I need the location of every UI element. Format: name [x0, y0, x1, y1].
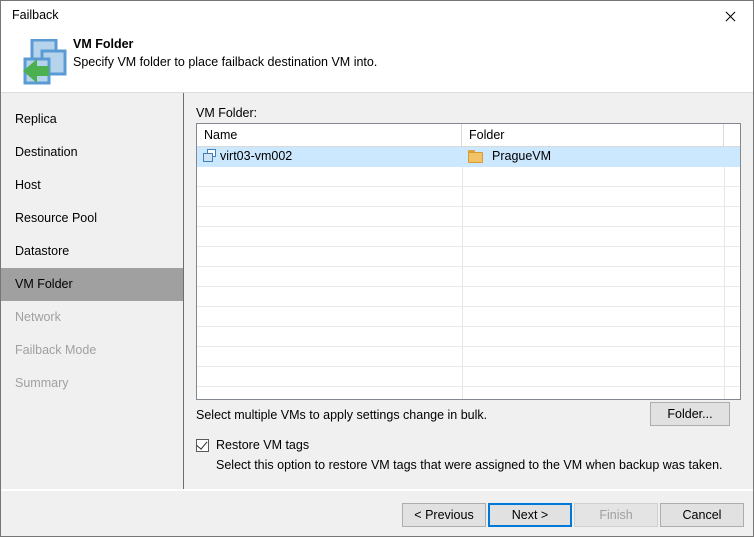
table-row-empty[interactable] — [197, 347, 740, 367]
folder-icon — [468, 150, 484, 163]
table-row-empty[interactable] — [197, 307, 740, 327]
sidebar-item-failback-mode: Failback Mode — [15, 343, 97, 357]
column-header-name[interactable]: Name — [197, 124, 462, 146]
sidebar-item-host[interactable]: Host — [1, 169, 183, 202]
wizard-header: VM Folder Specify VM folder to place fai… — [1, 31, 753, 92]
column-header-extra[interactable] — [724, 124, 740, 146]
bulk-settings-hint: Select multiple VMs to apply settings ch… — [196, 408, 488, 422]
failback-vm-folder-icon — [9, 38, 67, 87]
table-row-empty[interactable] — [197, 267, 740, 287]
sidebar-item-replica[interactable]: Replica — [1, 103, 183, 136]
table-row-empty[interactable] — [197, 247, 740, 267]
failback-wizard-window: Failback VM Folder Specify VM folder to … — [0, 0, 754, 537]
sidebar-item-datastore[interactable]: Datastore — [1, 235, 183, 268]
cell-vm-name: virt03-vm002 — [197, 147, 462, 166]
table-row-empty[interactable] — [197, 287, 740, 307]
table-row[interactable]: virt03-vm002 PragueVM — [197, 147, 740, 167]
restore-vm-tags-checkbox[interactable] — [196, 438, 209, 452]
vm-name-text: virt03-vm002 — [220, 149, 293, 163]
checkmark-icon — [196, 438, 208, 450]
vm-folder-text: PragueVM — [492, 149, 552, 163]
grid-header-row: Name Folder — [197, 124, 740, 147]
main-panel: VM Folder: Name Folder virt03-vm002 Prag… — [184, 93, 753, 489]
wizard-body: Replica Destination Host Resource Pool D… — [1, 92, 753, 489]
next-button[interactable]: Next > — [488, 503, 572, 527]
vm-folder-label: VM Folder: — [196, 106, 258, 120]
folder-button[interactable]: Folder... — [650, 402, 730, 426]
title-bar: Failback — [1, 1, 753, 31]
sidebar-item-network: Network — [15, 310, 61, 324]
sidebar-item-vm-folder[interactable]: VM Folder — [1, 268, 183, 301]
finish-button: Finish — [574, 503, 658, 527]
virtual-machine-icon — [203, 149, 218, 163]
restore-vm-tags-description: Select this option to restore VM tags th… — [216, 458, 723, 472]
sidebar-item-summary: Summary — [15, 376, 69, 390]
header-title: VM Folder — [73, 37, 134, 51]
header-subtitle: Specify VM folder to place failback dest… — [73, 55, 378, 69]
close-button[interactable] — [707, 1, 753, 31]
table-row-empty[interactable] — [197, 367, 740, 387]
table-row-empty[interactable] — [197, 167, 740, 187]
vm-folder-grid[interactable]: Name Folder virt03-vm002 PragueVM — [196, 123, 741, 400]
wizard-footer: < Previous Next > Finish Cancel — [1, 490, 753, 536]
previous-button[interactable]: < Previous — [402, 503, 486, 527]
column-header-folder[interactable]: Folder — [462, 124, 724, 146]
restore-vm-tags-label[interactable]: Restore VM tags — [216, 438, 309, 452]
window-title: Failback — [12, 8, 59, 22]
grid-body: virt03-vm002 PragueVM — [197, 147, 740, 399]
sidebar-item-resource-pool[interactable]: Resource Pool — [1, 202, 183, 235]
table-row-empty[interactable] — [197, 327, 740, 347]
wizard-steps-sidebar: Replica Destination Host Resource Pool D… — [1, 93, 184, 489]
cell-vm-folder: PragueVM — [462, 147, 724, 166]
close-icon — [724, 10, 737, 23]
table-row-empty[interactable] — [197, 387, 740, 399]
sidebar-item-destination[interactable]: Destination — [1, 136, 183, 169]
table-row-empty[interactable] — [197, 227, 740, 247]
cancel-button[interactable]: Cancel — [660, 503, 744, 527]
table-row-empty[interactable] — [197, 187, 740, 207]
table-row-empty[interactable] — [197, 207, 740, 227]
